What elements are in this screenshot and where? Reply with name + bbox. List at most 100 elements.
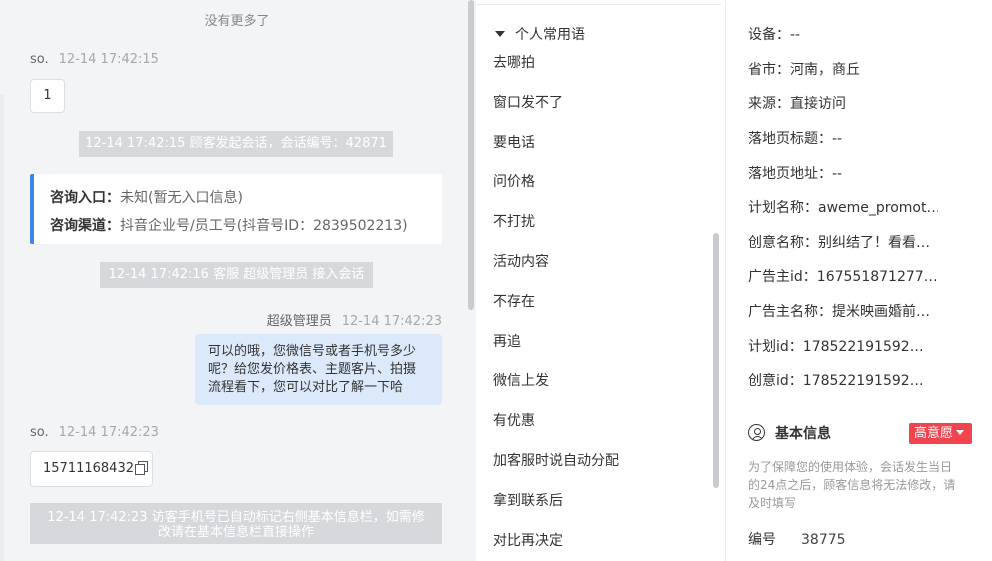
quick-phrases-panel: 个人常用语 去哪拍 窗口发不了 要电话 问价格 不打扰 活动内容 不存在 再追 … xyxy=(476,0,726,561)
caret-down-icon xyxy=(495,31,505,37)
phrase-item[interactable]: 对比再决定 xyxy=(493,531,619,561)
field-label: 落地页标题： xyxy=(748,131,832,147)
info-row-advertiser-id: 广告主id：167551871277… xyxy=(748,266,938,286)
field-label: 创意id： xyxy=(748,373,803,389)
info-row-landing-title: 落地页标题：-- xyxy=(748,128,842,148)
notice-line: 及时填写 xyxy=(748,496,797,510)
field-label: 计划名称： xyxy=(748,200,818,216)
consult-entry-row: 咨询入口：未知(暂无入口信息) xyxy=(50,184,442,212)
field-label: 省市： xyxy=(748,62,790,78)
phrase-group-header[interactable]: 个人常用语 xyxy=(495,24,585,44)
phrase-item[interactable]: 窗口发不了 xyxy=(493,93,619,133)
field-value: aweme_promot… xyxy=(818,200,938,216)
panel-edge xyxy=(0,95,4,561)
system-notice: 12-14 17:42:16 客服 超级管理员 接入会话 xyxy=(100,262,373,288)
message-meta: so. 12-14 17:42:15 xyxy=(30,52,159,67)
phrase-item[interactable]: 拿到联系后 xyxy=(493,491,619,531)
user-circle-icon xyxy=(748,424,765,441)
field-value: 直接访问 xyxy=(790,96,846,112)
field-value: -- xyxy=(832,131,843,147)
phrase-item[interactable]: 问价格 xyxy=(493,172,619,212)
phrase-item[interactable]: 活动内容 xyxy=(493,252,619,292)
consult-channel-value: 抖音企业号/员工号(抖音号ID：2839502213) xyxy=(120,218,408,234)
phrase-item[interactable]: 要电话 xyxy=(493,133,619,173)
field-value: 178522191592… xyxy=(802,339,924,355)
message-line: 呢？给您发价格表、主题客片、拍摄 xyxy=(208,362,417,377)
message-line: 可以的哦，您微信号或者手机号多少 xyxy=(208,344,417,359)
section-title: 基本信息 xyxy=(775,426,831,442)
message-time: 12-14 17:42:23 xyxy=(341,314,442,329)
intent-level-dropdown[interactable]: 高意愿 xyxy=(909,423,972,444)
phrase-group-title: 个人常用语 xyxy=(515,27,585,43)
caret-down-icon xyxy=(956,430,965,435)
info-row-device: 设备：-- xyxy=(748,24,800,44)
number-value: 38775 xyxy=(801,532,846,548)
sender-name: so. xyxy=(30,425,49,440)
message-meta: so. 12-14 17:42:23 xyxy=(30,425,159,440)
no-more-hint: 没有更多了 xyxy=(204,14,270,29)
field-value: 167551871277… xyxy=(816,269,938,285)
info-row-region: 省市：河南，商丘 xyxy=(748,59,860,79)
phrase-item[interactable]: 再追 xyxy=(493,332,619,372)
message-time: 12-14 17:42:15 xyxy=(58,52,159,67)
phrases-scrollbar[interactable] xyxy=(713,233,719,488)
phone-number: 15711168432 xyxy=(43,461,134,476)
field-label: 广告主id： xyxy=(748,269,817,285)
field-label: 落地页地址： xyxy=(748,166,832,182)
edit-deadline-notice: 为了保障您的使用体验，会话发生当日 的24点之后，顾客信息将无法修改，请 及时填… xyxy=(748,458,973,512)
sender-name: so. xyxy=(30,52,49,67)
message-line: 流程看下，您可以对比了解一下哈 xyxy=(208,380,404,395)
basic-info-header: 基本信息 xyxy=(748,423,831,443)
field-value: -- xyxy=(790,27,801,43)
field-value: 别纠结了！看看… xyxy=(818,235,930,251)
system-notice: 12-14 17:42:15 顾客发起会话，会话编号：42871 xyxy=(79,131,393,157)
notice-line: 12-14 17:42:23 访客手机号已自动标记右侧基本信息栏，如需修 xyxy=(47,510,425,525)
info-row-plan-name: 计划名称：aweme_promot… xyxy=(748,197,938,217)
info-row-landing-url: 落地页地址：-- xyxy=(748,163,842,183)
field-value: -- xyxy=(832,166,843,182)
customer-number-row: 编号 38775 xyxy=(748,529,846,549)
number-label: 编号 xyxy=(748,532,776,548)
field-label: 广告主名称： xyxy=(748,304,832,320)
field-label: 计划id： xyxy=(748,339,803,355)
consult-channel-row: 咨询渠道：抖音企业号/员工号(抖音号ID：2839502213) xyxy=(50,212,442,240)
consult-entry-label: 咨询入口： xyxy=(50,190,120,206)
visitor-phone-message[interactable]: 15711168432 xyxy=(30,451,153,487)
visitor-message[interactable]: 1 xyxy=(30,79,65,113)
info-row-creative-id: 创意id：178522191592… xyxy=(748,370,924,390)
field-label: 创意名称： xyxy=(748,235,818,251)
phrase-item[interactable]: 不存在 xyxy=(493,292,619,332)
agent-message[interactable]: 可以的哦，您微信号或者手机号多少 呢？给您发价格表、主题客片、拍摄 流程看下，您… xyxy=(195,334,442,405)
info-row-plan-id: 计划id：178522191592… xyxy=(748,336,924,356)
divider xyxy=(476,4,722,5)
notice-line: 改请在基本信息栏直接操作 xyxy=(157,525,314,540)
notice-line: 的24点之后，顾客信息将无法修改，请 xyxy=(748,478,956,492)
notice-line: 为了保障您的使用体验，会话发生当日 xyxy=(748,460,953,474)
field-label: 来源： xyxy=(748,96,790,112)
field-label: 设备： xyxy=(748,27,790,43)
info-row-creative-name: 创意名称：别纠结了！看看… xyxy=(748,232,930,252)
copy-icon[interactable] xyxy=(134,461,148,475)
phrase-item[interactable]: 加客服时说自动分配 xyxy=(493,451,619,491)
chat-panel: 没有更多了 so. 12-14 17:42:15 1 12-14 17:42:15… xyxy=(0,0,476,561)
info-row-advertiser-name: 广告主名称：提米映画婚前… xyxy=(748,301,930,321)
consult-info-card: 咨询入口：未知(暂无入口信息) 咨询渠道：抖音企业号/员工号(抖音号ID：283… xyxy=(30,174,442,244)
field-value: 178522191592… xyxy=(802,373,924,389)
consult-entry-value: 未知(暂无入口信息) xyxy=(120,190,243,206)
info-row-source: 来源：直接访问 xyxy=(748,93,846,113)
phrase-list: 去哪拍 窗口发不了 要电话 问价格 不打扰 活动内容 不存在 再追 微信上发 有… xyxy=(493,53,619,561)
message-time: 12-14 17:42:23 xyxy=(58,425,159,440)
phrase-item[interactable]: 去哪拍 xyxy=(493,53,619,93)
chat-scrollbar[interactable] xyxy=(468,0,474,310)
intent-level-label: 高意愿 xyxy=(914,426,954,441)
sender-name: 超级管理员 xyxy=(266,314,332,329)
field-value: 提米映画婚前… xyxy=(832,304,930,320)
consult-channel-label: 咨询渠道： xyxy=(50,218,120,234)
message-meta: 超级管理员 12-14 17:42:23 xyxy=(267,310,442,329)
phrase-item[interactable]: 不打扰 xyxy=(493,212,619,252)
customer-info-panel: 设备：-- 省市：河南，商丘 来源：直接访问 落地页标题：-- 落地页地址：--… xyxy=(727,0,992,561)
field-value: 河南，商丘 xyxy=(790,62,860,78)
phrase-item[interactable]: 微信上发 xyxy=(493,371,619,411)
phrase-item[interactable]: 有优惠 xyxy=(493,411,619,451)
system-notice: 12-14 17:42:23 访客手机号已自动标记右侧基本信息栏，如需修 改请在… xyxy=(30,503,442,544)
